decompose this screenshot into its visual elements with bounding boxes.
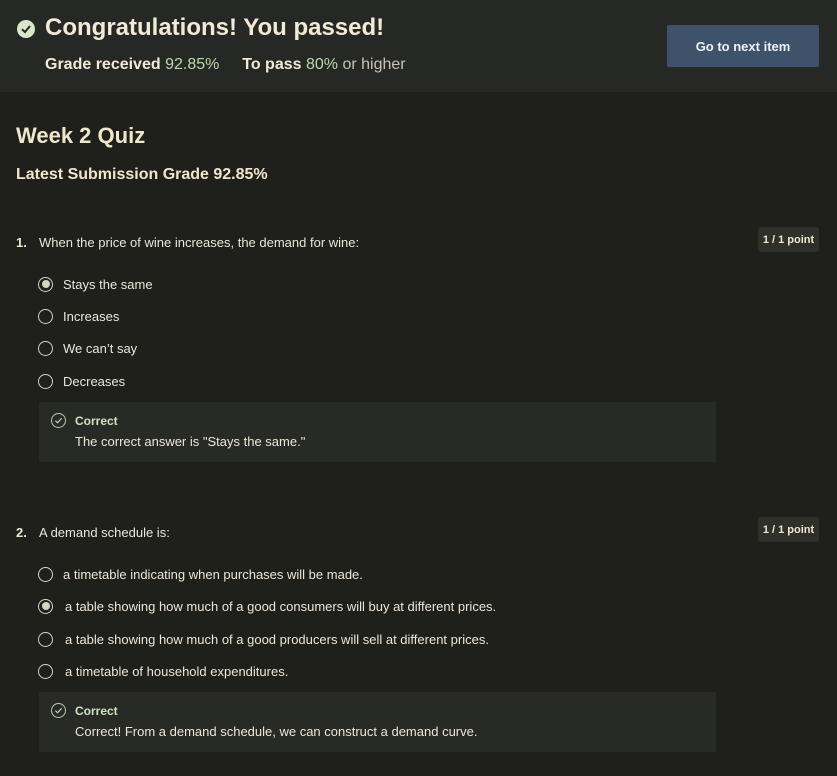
option-label: a table showing how much of a good consu…	[65, 598, 497, 614]
option-label: We can’t say	[63, 340, 138, 356]
feedback-text: Correct! From a demand schedule, we can …	[75, 724, 478, 739]
feedback-box: Correct Correct! From a demand schedule,…	[39, 692, 716, 752]
option-label: Decreases	[63, 373, 126, 389]
pass-banner: Congratulations! You passed! Grade recei…	[0, 0, 837, 92]
correct-check-icon	[51, 413, 66, 428]
option-label: a timetable of household expenditures.	[65, 663, 289, 679]
option-timetable-purchases[interactable]: a timetable indicating when purchases wi…	[38, 564, 363, 584]
option-stays-the-same[interactable]: Stays the same	[38, 274, 153, 294]
latest-submission-grade: Latest Submission Grade 92.85%	[16, 166, 268, 183]
feedback-text: The correct answer is "Stays the same."	[75, 434, 306, 449]
grade-received-value: 92.85%	[165, 56, 220, 73]
radio-selected-icon[interactable]	[38, 276, 53, 292]
to-pass-value: 80%	[305, 56, 339, 73]
correct-check-icon	[51, 703, 66, 718]
feedback-title: Correct	[75, 704, 118, 718]
radio-icon[interactable]	[38, 663, 53, 679]
radio-icon[interactable]	[38, 566, 53, 582]
radio-icon[interactable]	[38, 373, 53, 389]
points-badge: 1 / 1 point	[758, 227, 819, 252]
radio-icon[interactable]	[38, 308, 53, 324]
check-circle-icon	[17, 20, 35, 38]
option-we-cant-say[interactable]: We can’t say	[38, 338, 137, 358]
grade-received-label: Grade received	[45, 56, 161, 73]
option-producers-table[interactable]: a table showing how much of a good produ…	[38, 629, 489, 649]
option-label: a timetable indicating when purchases wi…	[63, 566, 363, 582]
question-text: A demand schedule is:	[39, 525, 170, 540]
go-to-next-item-button[interactable]: Go to next item	[667, 25, 819, 67]
pass-title: Congratulations! You passed!	[45, 14, 385, 41]
option-label: a table showing how much of a good produ…	[65, 631, 489, 647]
option-household-expenditures[interactable]: a timetable of household expenditures.	[38, 661, 288, 681]
option-label: Increases	[63, 308, 120, 324]
option-decreases[interactable]: Decreases	[38, 371, 125, 391]
question-text: When the price of wine increases, the de…	[39, 235, 360, 250]
quiz-title: Week 2 Quiz	[16, 123, 146, 148]
feedback-title: Correct	[75, 414, 118, 428]
feedback-box: Correct The correct answer is "Stays the…	[39, 402, 716, 462]
grade-summary: Grade received 92.85% To pass 80% or hig…	[45, 56, 406, 74]
question-number: 1.	[16, 235, 27, 250]
question-number: 2.	[16, 525, 27, 540]
option-label: Stays the same	[63, 276, 153, 292]
to-pass-suffix: or higher	[342, 56, 406, 73]
radio-selected-icon[interactable]	[38, 598, 53, 614]
to-pass-label: To pass	[242, 56, 302, 73]
radio-icon[interactable]	[38, 340, 53, 356]
radio-icon[interactable]	[38, 631, 53, 647]
points-badge: 1 / 1 point	[758, 517, 819, 542]
option-increases[interactable]: Increases	[38, 306, 119, 326]
option-consumers-table[interactable]: a table showing how much of a good consu…	[38, 596, 496, 616]
